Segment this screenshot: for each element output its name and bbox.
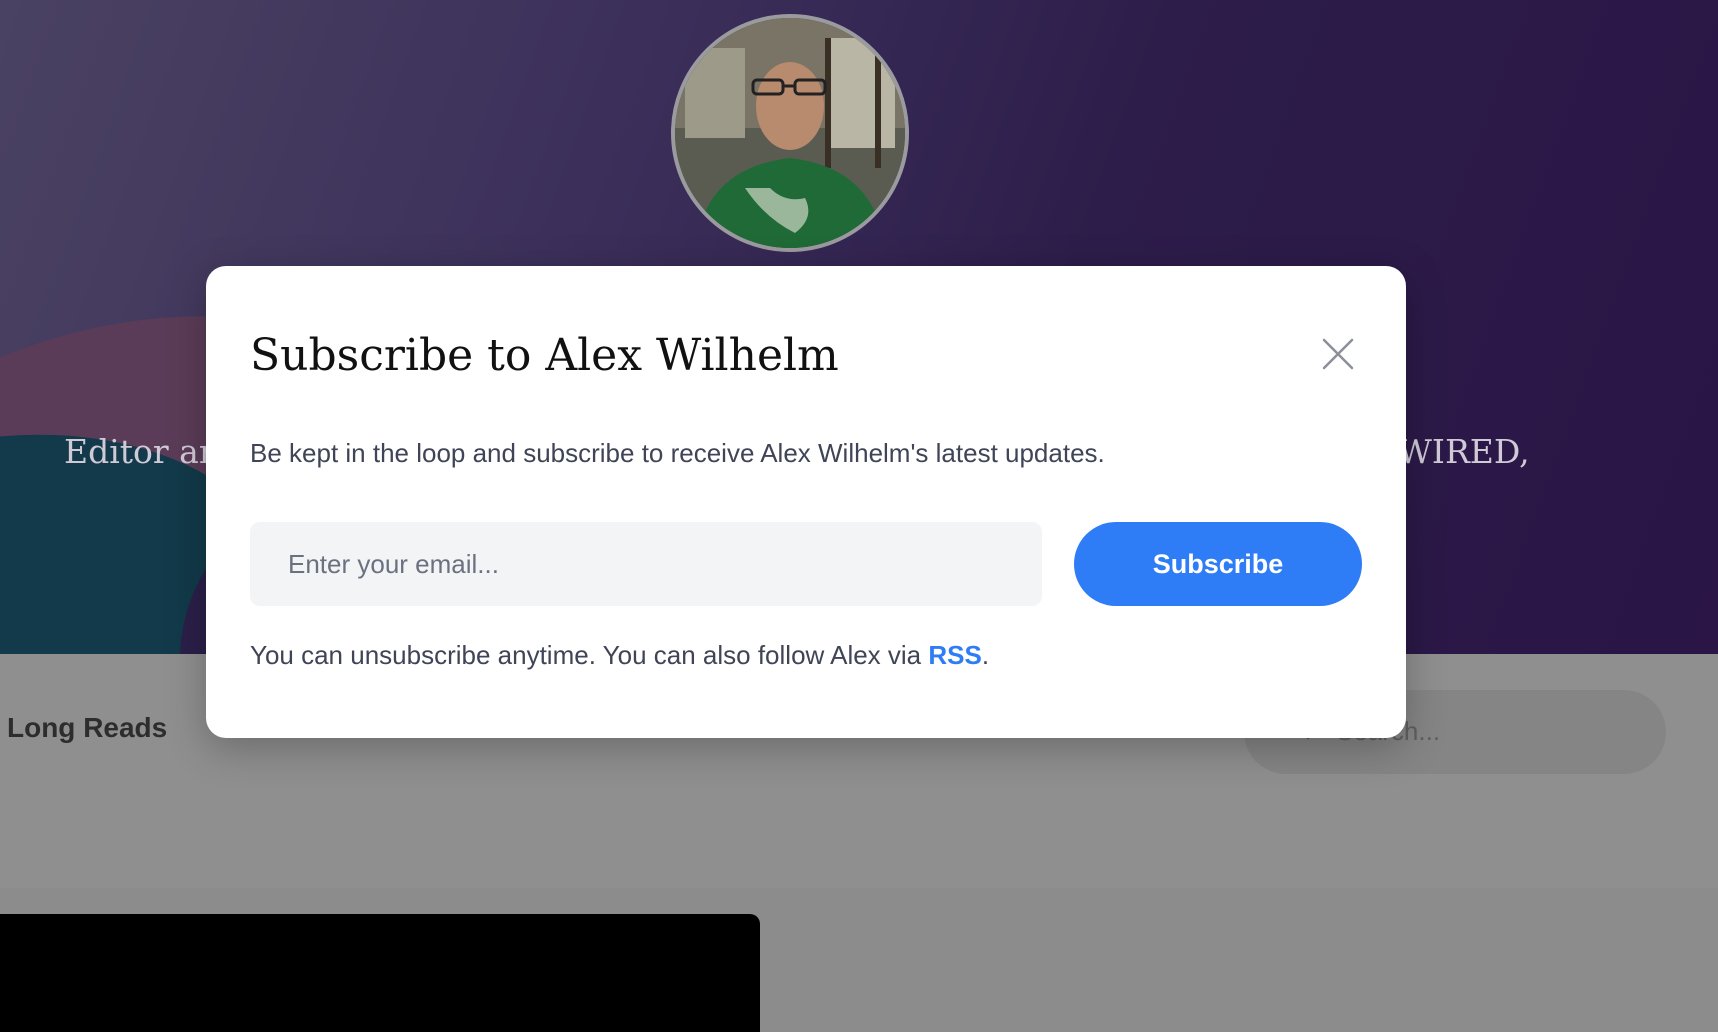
- modal-title: Subscribe to Alex Wilhelm: [250, 330, 839, 381]
- subscribe-button[interactable]: Subscribe: [1074, 522, 1362, 606]
- email-field[interactable]: [250, 522, 1042, 606]
- footnote-text: You can unsubscribe anytime. You can als…: [250, 640, 929, 670]
- modal-footnote: You can unsubscribe anytime. You can als…: [250, 640, 989, 671]
- page: Editor ar WIRED, Long Reads Search...: [0, 0, 1718, 1032]
- subscribe-modal: Subscribe to Alex Wilhelm Be kept in the…: [206, 266, 1406, 738]
- close-icon[interactable]: [1318, 334, 1358, 374]
- footnote-period: .: [981, 640, 990, 670]
- rss-link[interactable]: RSS: [928, 640, 981, 670]
- modal-description: Be kept in the loop and subscribe to rec…: [250, 438, 1105, 468]
